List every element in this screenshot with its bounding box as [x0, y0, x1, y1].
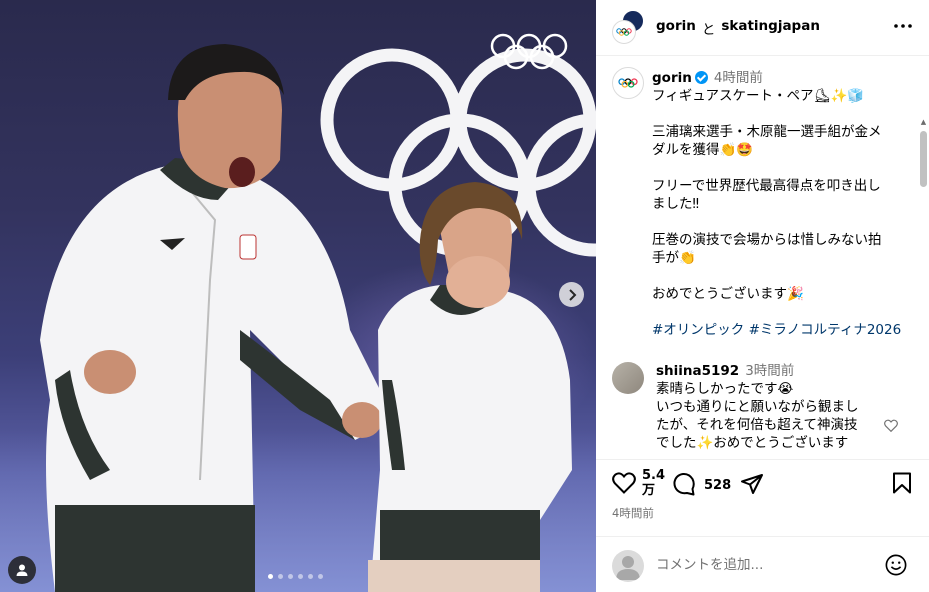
- caption-line: 圧巻の演技で会場からは惜しみない拍: [652, 232, 882, 248]
- emoji-icon: [885, 554, 907, 576]
- comment-like-button[interactable]: [884, 417, 898, 436]
- comment-line: 素晴らしかったです😭: [656, 381, 794, 397]
- default-avatar-icon: [616, 556, 640, 580]
- carousel-dot: [318, 574, 323, 579]
- olympic-rings-icon: [618, 78, 638, 88]
- post-timestamp[interactable]: 4時間前: [612, 505, 654, 521]
- share-button[interactable]: [740, 472, 764, 500]
- comment-line: たが、それを何倍も超えて神演技: [656, 417, 858, 433]
- caption-line: ました‼: [652, 196, 700, 212]
- comment-username[interactable]: shiina5192: [656, 363, 739, 379]
- comment-input[interactable]: [656, 553, 876, 577]
- caption-avatar[interactable]: [612, 67, 644, 99]
- comment-icon: [673, 472, 695, 496]
- header-user-gorin[interactable]: gorin: [656, 18, 696, 38]
- comment-line: でした✨おめでとうございます: [656, 435, 849, 451]
- heart-icon: [884, 419, 898, 433]
- comment-body: shiina5192 3時間前 素晴らしかったです😭 いつも通りにと願いながら観ま…: [656, 362, 876, 452]
- like-count[interactable]: 5.4 万: [642, 468, 665, 498]
- post-photo[interactable]: [0, 0, 596, 592]
- caption-line: フィギュアスケート・ペア⛸✨🧊: [652, 88, 865, 104]
- chevron-right-icon: [568, 288, 576, 301]
- post-side-panel: gorin と skatingjapan gorin 4時間前 フィギュアスケート…: [596, 0, 929, 592]
- comment-avatar[interactable]: [612, 362, 644, 394]
- caption-username[interactable]: gorin: [652, 70, 692, 86]
- carousel-dot: [278, 574, 283, 579]
- current-user-avatar: [612, 550, 644, 582]
- avatar-gorin[interactable]: [612, 20, 636, 44]
- post-header: gorin と skatingjapan: [596, 0, 929, 56]
- share-icon: [741, 474, 763, 494]
- scroll-up-icon[interactable]: ▲: [920, 119, 927, 126]
- user-tag-button[interactable]: [8, 556, 36, 584]
- caption-time: 4時間前: [713, 70, 763, 86]
- post-actions: 5.4 万 528: [596, 466, 929, 506]
- caption-line: おめでとうございます🎉: [652, 286, 804, 302]
- emoji-button[interactable]: [885, 554, 907, 580]
- more-icon: [894, 24, 912, 28]
- caption-hashtags[interactable]: #オリンピック #ミラノコルティナ2026: [652, 321, 912, 339]
- add-comment-bar: [596, 536, 929, 592]
- user-tag-icon: [16, 564, 28, 576]
- comment-count[interactable]: 528: [704, 478, 731, 493]
- carousel-dots: [268, 574, 323, 579]
- man-figure: [40, 44, 395, 592]
- comments-scrollbar[interactable]: ▲ ▼: [920, 119, 928, 459]
- like-button[interactable]: [612, 472, 636, 498]
- like-count-number: 5.4: [642, 468, 666, 483]
- header-title: gorin と skatingjapan: [656, 18, 820, 38]
- header-and: と: [701, 22, 716, 38]
- collab-avatars[interactable]: [612, 10, 646, 44]
- bookmark-icon: [893, 472, 911, 494]
- comment-line: いつも通りにと願いながら観まし: [656, 399, 859, 415]
- caption-line: 三浦璃来選手・木原龍一選手組が金メ: [652, 124, 882, 140]
- olympic-rings-icon: [616, 28, 632, 36]
- carousel-dot: [268, 574, 273, 579]
- comment-button[interactable]: [672, 472, 696, 500]
- more-options-button[interactable]: [891, 14, 915, 38]
- carousel-dot: [288, 574, 293, 579]
- caption-line: フリーで世界歴代最高得点を叩き出し: [652, 178, 881, 194]
- carousel-dot: [308, 574, 313, 579]
- scroll-thumb[interactable]: [920, 131, 927, 187]
- heart-icon: [612, 472, 636, 494]
- caption-line: 手が👏: [652, 250, 696, 266]
- header-user-skatingjapan[interactable]: skatingjapan: [721, 18, 820, 38]
- save-button[interactable]: [892, 472, 912, 498]
- comments-section[interactable]: gorin 4時間前 フィギュアスケート・ペア⛸✨🧊 三浦璃来選手・木原龍一選手組…: [596, 57, 929, 460]
- caption-line: ダルを獲得👏🤩: [652, 142, 754, 158]
- caption-body: gorin 4時間前 フィギュアスケート・ペア⛸✨🧊 三浦璃来選手・木原龍一選手組…: [652, 69, 912, 339]
- photo-scene: [40, 33, 596, 592]
- comment-time: 3時間前: [745, 363, 795, 379]
- carousel-next-button[interactable]: [559, 282, 584, 307]
- like-count-unit: 万: [642, 483, 656, 498]
- carousel-dot: [298, 574, 303, 579]
- woman-figure: [368, 182, 572, 592]
- verified-badge-icon: [694, 71, 708, 84]
